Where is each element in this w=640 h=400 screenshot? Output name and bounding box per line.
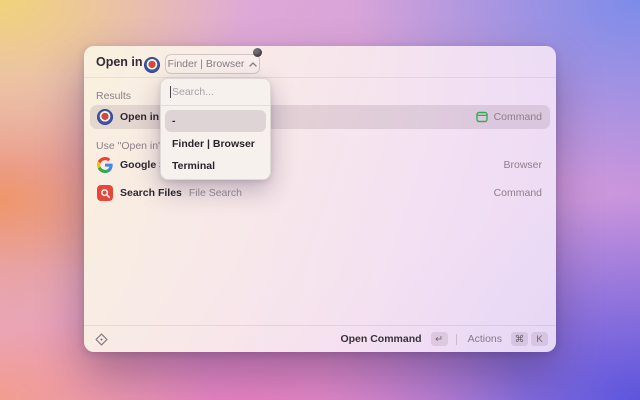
chevron-up-icon (249, 61, 258, 67)
dropdown-option-dash[interactable]: - (165, 110, 266, 132)
result-row-open-in[interactable]: Open in Terminal Command (90, 105, 550, 129)
result-title: Open in (120, 111, 160, 123)
result-row-google-search[interactable]: Google Search Browser (90, 153, 550, 177)
file-search-icon (97, 185, 113, 201)
actions-button[interactable]: Actions (468, 333, 502, 345)
dropdown-panel: - Finder | Browser Terminal (160, 78, 271, 180)
result-title: Search Files (120, 187, 182, 199)
header-divider (84, 77, 556, 78)
cmd-key-badge: ⌘ (511, 332, 528, 346)
desktop-wallpaper: Open in Finder | Browser Results Open in… (0, 0, 640, 400)
green-window-icon (475, 111, 488, 123)
result-accessory: Command (493, 111, 542, 123)
footer-divider (455, 333, 457, 345)
open-in-icon (97, 109, 113, 125)
dropdown-badge-dot (253, 48, 262, 57)
k-key-badge: K (531, 332, 548, 346)
open-command-button[interactable]: Open Command (340, 333, 421, 345)
open-in-extension-icon (144, 57, 160, 73)
launcher-window: Open in Finder | Browser Results Open in… (84, 46, 556, 352)
result-accessory: Browser (503, 159, 542, 171)
dropdown-selected-value: Finder | Browser (167, 58, 245, 70)
command-title: Open in (96, 55, 143, 69)
dropdown-search[interactable] (161, 79, 270, 106)
result-subtitle: File Search (188, 187, 242, 199)
result-row-search-files[interactable]: Search Files File Search Command (90, 181, 550, 205)
dropdown-search-input[interactable] (172, 86, 257, 98)
dropdown-option-terminal[interactable]: Terminal (165, 155, 266, 177)
raycast-diamond-icon (95, 332, 108, 346)
text-cursor (170, 86, 171, 98)
action-bar: Open Command ↵ Actions ⌘ K (84, 325, 556, 352)
google-icon (97, 157, 113, 173)
enter-key-badge: ↵ (430, 332, 448, 346)
results-section-label: Results (96, 90, 132, 102)
target-app-dropdown[interactable]: Finder | Browser (165, 54, 260, 74)
dropdown-option-finder-browser[interactable]: Finder | Browser (165, 133, 266, 155)
result-accessory: Command (493, 187, 542, 199)
